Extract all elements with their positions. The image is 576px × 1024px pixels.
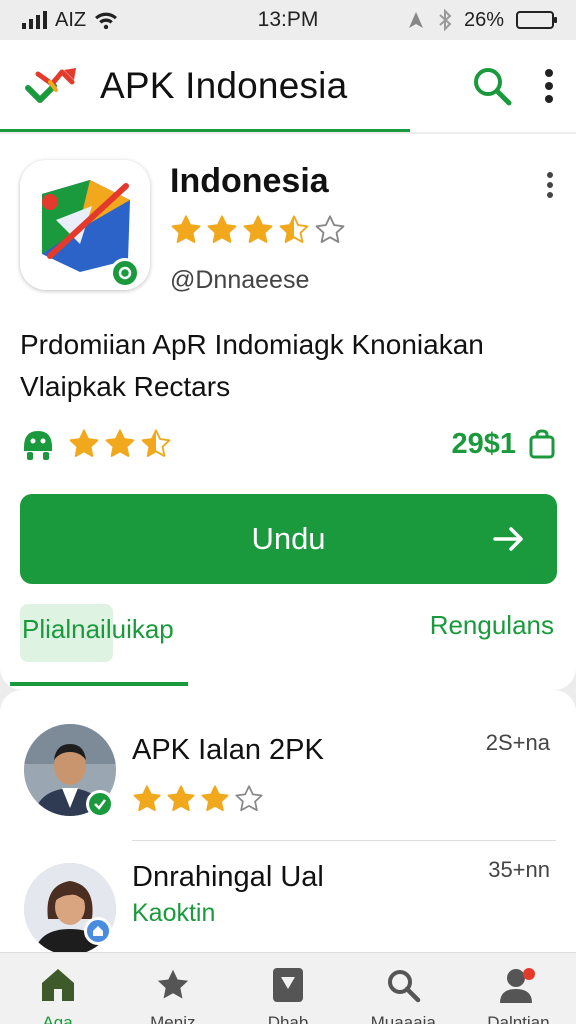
profile-icon bbox=[500, 968, 536, 1003]
list-item-stars bbox=[132, 784, 264, 814]
app-title: APK Indonesia bbox=[100, 65, 348, 106]
app-name: Indonesia bbox=[170, 162, 329, 200]
star-icon bbox=[141, 429, 171, 457]
nav-label: Meniz bbox=[150, 1013, 196, 1024]
star-icon bbox=[243, 215, 273, 243]
card-more-icon[interactable] bbox=[546, 172, 554, 203]
nav-profile[interactable]: Dalntian bbox=[461, 953, 576, 1024]
verified-badge bbox=[110, 258, 140, 288]
bookmark-icon bbox=[273, 968, 303, 1002]
brand-logo[interactable] bbox=[22, 62, 84, 110]
rating-row: 29$1 bbox=[20, 424, 556, 464]
app-bar: APK Indonesia bbox=[0, 40, 576, 132]
nav-label: Dalntian bbox=[487, 1013, 550, 1024]
nav-label: Dhab bbox=[267, 1013, 309, 1024]
star-icon bbox=[133, 785, 161, 812]
android-icon bbox=[24, 431, 52, 460]
star-icon bbox=[235, 785, 263, 812]
star-icon bbox=[279, 215, 309, 243]
app-bar-progress bbox=[0, 129, 410, 132]
app-handle: @Dnnaeese bbox=[170, 266, 310, 294]
tab-right[interactable]: Rengulans bbox=[430, 610, 554, 641]
more-vert-icon[interactable] bbox=[544, 69, 554, 103]
app-description: Prdomiian ApR Indomiagk Knoniakan Vlaipk… bbox=[20, 329, 484, 402]
app-detail-card: Indonesia @Dnnaeese Prdomiian ApR Indomi… bbox=[0, 134, 576, 690]
download-button[interactable]: Undu bbox=[20, 494, 557, 584]
star-icon bbox=[69, 429, 99, 457]
nav-library[interactable]: Dhab bbox=[230, 953, 345, 1024]
home-icon bbox=[41, 969, 74, 1001]
arrow-right-icon bbox=[493, 527, 523, 551]
home-icon bbox=[93, 926, 103, 936]
nav-label: Muaaaia bbox=[370, 1013, 436, 1024]
status-bar: AIZ 13:PM 26% bbox=[0, 0, 576, 40]
home-badge bbox=[84, 917, 112, 945]
list-item-meta: 35+nn bbox=[488, 857, 550, 882]
tab-left[interactable]: Plialnailuikap bbox=[22, 614, 174, 645]
shopping-bag-icon[interactable] bbox=[528, 429, 556, 459]
star-icon bbox=[167, 785, 195, 812]
search-icon[interactable] bbox=[470, 64, 514, 108]
check-icon bbox=[94, 799, 106, 810]
star-icon bbox=[157, 969, 188, 999]
tab-indicator bbox=[10, 682, 188, 686]
search-icon bbox=[388, 970, 421, 1003]
secondary-rating-stars bbox=[68, 428, 172, 460]
nav-home[interactable]: Aga bbox=[0, 953, 115, 1024]
star-icon bbox=[315, 215, 345, 243]
app-price: 29$1 bbox=[451, 427, 516, 460]
bottom-navigation: Aga Meniz Dhab Muaaaia Dalntian bbox=[0, 952, 576, 1024]
star-icon bbox=[201, 785, 229, 812]
related-list: APK Ialan 2PK 2S+na Dnrahingal Ual 35+nn… bbox=[0, 690, 576, 952]
status-time: 13:PM bbox=[257, 8, 319, 31]
list-item[interactable]: APK Ialan 2PK 2S+na bbox=[0, 690, 576, 841]
battery-icon bbox=[516, 11, 557, 29]
nav-search[interactable]: Muaaaia bbox=[346, 953, 461, 1024]
verified-badge bbox=[86, 790, 114, 818]
list-item-title: Dnrahingal Ual bbox=[132, 861, 324, 893]
star-icon bbox=[171, 215, 201, 243]
download-label: Undu bbox=[251, 521, 326, 556]
star-icon bbox=[105, 429, 135, 457]
list-item-subtitle: Kaoktin bbox=[132, 899, 216, 927]
app-rating-stars bbox=[170, 214, 346, 246]
list-item-title: APK Ialan 2PK bbox=[132, 734, 324, 766]
check-icon bbox=[118, 266, 132, 280]
nav-label: Aga bbox=[42, 1013, 73, 1024]
star-icon bbox=[207, 215, 237, 243]
nav-favorites[interactable]: Meniz bbox=[115, 953, 230, 1024]
list-item[interactable]: Dnrahingal Ual 35+nn Kaoktin bbox=[0, 841, 576, 952]
list-item-meta: 2S+na bbox=[485, 730, 550, 755]
